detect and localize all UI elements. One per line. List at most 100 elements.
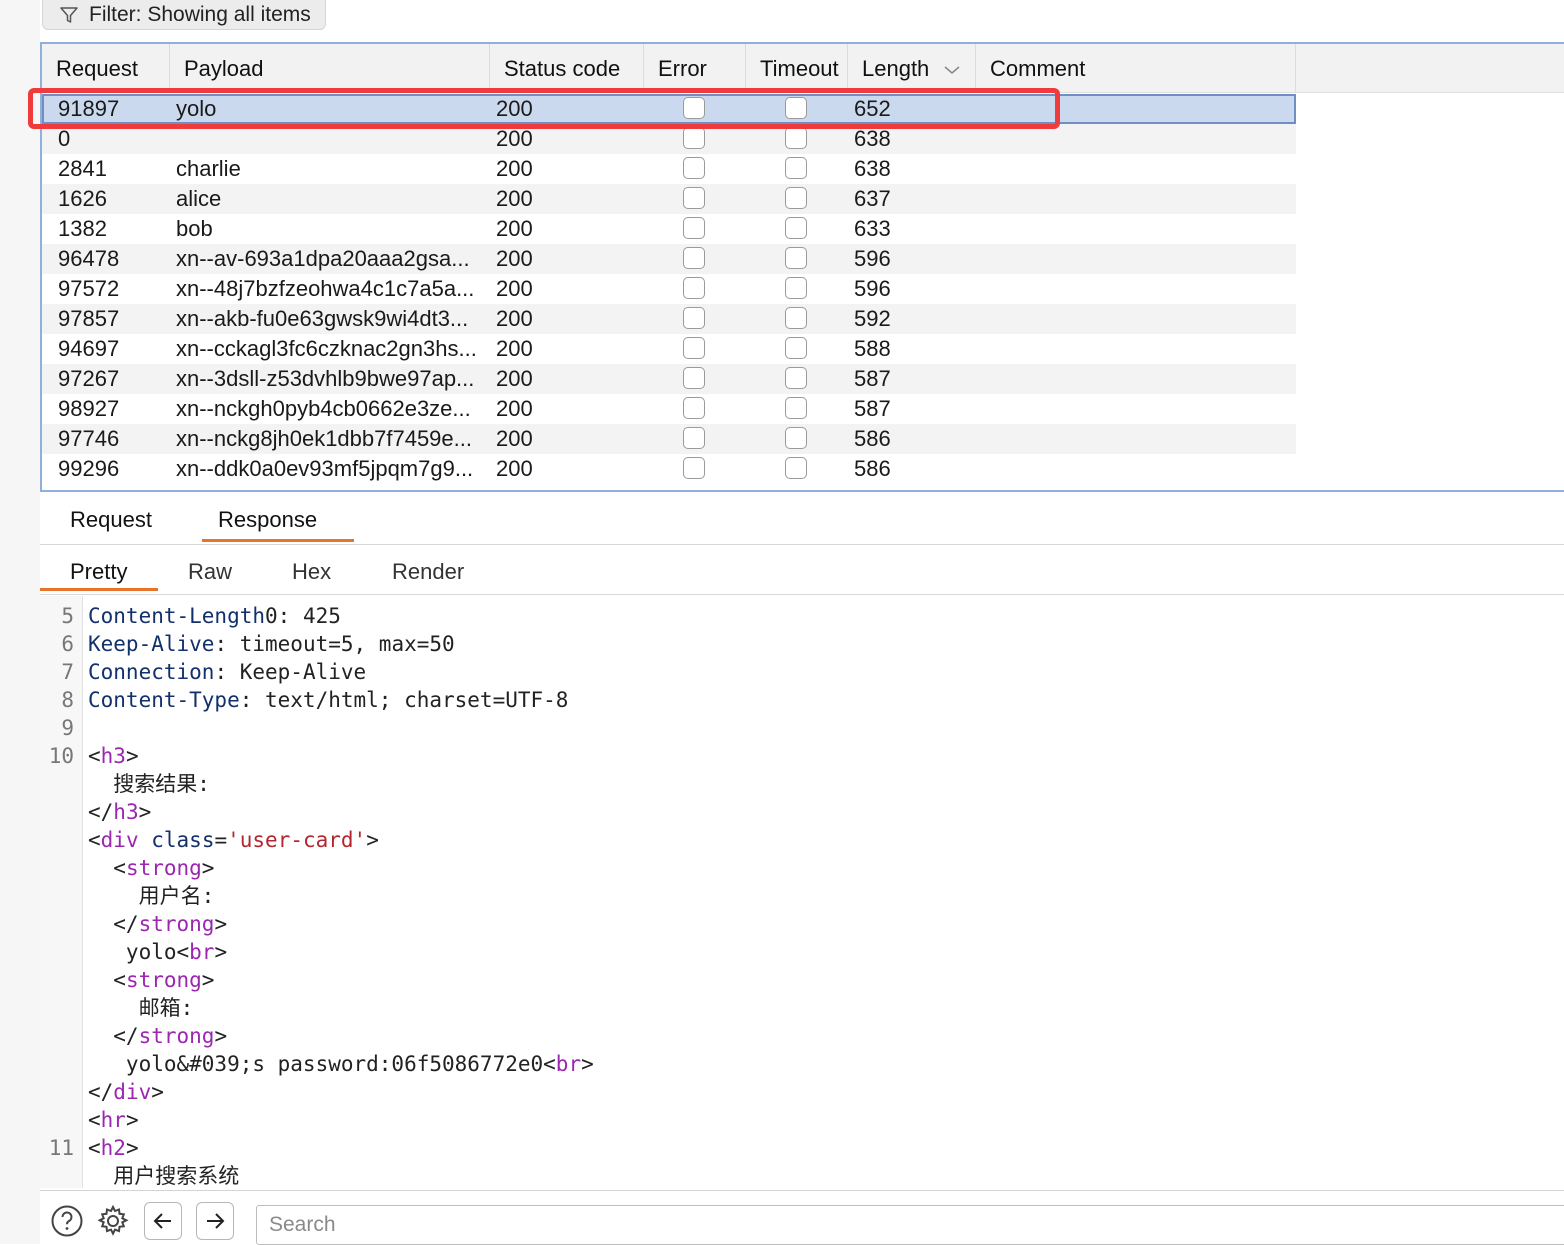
column-header-comment[interactable]: Comment	[976, 44, 1296, 92]
table-row[interactable]: 99296 xn--ddk0a0ev93mf5jpqm7g9... 200 586	[42, 454, 1296, 484]
payload-cell: yolo	[176, 96, 217, 121]
length-cell: 587	[854, 366, 891, 391]
code-text: 用户搜索系统	[88, 1162, 239, 1188]
table-row[interactable]: 97572 xn--48j7bzfzeohwa4c1c7a5a... 200 596	[42, 274, 1296, 304]
code-token: </	[88, 800, 114, 824]
table-row[interactable]: 2841 charlie 200 638	[42, 154, 1296, 184]
payload-cell: charlie	[176, 156, 241, 181]
tab-pretty[interactable]: Pretty	[40, 548, 158, 591]
payload-cell: xn--av-693a1dpa20aaa2gsa...	[176, 246, 470, 271]
column-header-payload[interactable]: Payload	[170, 44, 490, 92]
help-button[interactable]	[48, 1202, 86, 1240]
code-token: br	[555, 1052, 582, 1076]
status-code-cell: 200	[496, 336, 533, 361]
column-header-length[interactable]: Length	[848, 44, 976, 92]
code-token: Connection	[88, 660, 215, 684]
search-input[interactable]	[256, 1205, 1564, 1245]
table-row[interactable]: 97857 xn--akb-fu0e63gwsk9wi4dt3... 200 592	[42, 304, 1296, 334]
code-token: 用户名:	[88, 884, 215, 908]
code-token: 0: 425	[265, 604, 341, 628]
error-checkbox	[683, 277, 705, 299]
line-number: 6	[61, 632, 74, 656]
tab-render[interactable]: Render	[392, 548, 492, 591]
column-header-status-code[interactable]: Status code	[490, 44, 644, 92]
code-token: 'user-card'	[227, 828, 367, 852]
table-row[interactable]: 96478 xn--av-693a1dpa20aaa2gsa... 200 596	[42, 244, 1296, 274]
table-row[interactable]: 1382 bob 200 633	[42, 214, 1296, 244]
code-text: <hr>	[88, 1106, 139, 1134]
payload-cell: bob	[176, 216, 213, 241]
code-token: <	[88, 1136, 101, 1160]
payload-cell: xn--cckagl3fc6czknac2gn3hs...	[176, 336, 477, 361]
code-token: <	[88, 1108, 101, 1132]
filter-button[interactable]: Filter: Showing all items	[42, 0, 326, 30]
error-checkbox	[683, 397, 705, 419]
line-number: 7	[61, 660, 74, 684]
request-cell: 99296	[58, 456, 120, 481]
request-cell: 97572	[58, 276, 120, 301]
table-row[interactable]: 98927 xn--nckgh0pyb4cb0662e3ze... 200 587	[42, 394, 1296, 424]
help-icon	[51, 1205, 83, 1237]
code-token: : Keep-Alive	[214, 660, 367, 684]
error-checkbox	[683, 127, 705, 149]
request-cell: 94697	[58, 336, 120, 361]
table-row[interactable]: 1626 alice 200 637	[42, 184, 1296, 214]
code-token: >	[125, 1108, 139, 1132]
error-checkbox	[683, 217, 705, 239]
code-text: 邮箱:	[88, 994, 194, 1022]
table-row[interactable]: 91897 yolo 200 652	[42, 94, 1296, 124]
error-checkbox	[683, 457, 705, 479]
status-code-cell: 200	[496, 306, 533, 331]
table-row[interactable]: 0 200 638	[42, 124, 1296, 154]
code-text: 搜索结果:	[88, 770, 210, 798]
code-token: </	[88, 1080, 114, 1104]
code-text: yolo<br>	[88, 938, 227, 966]
timeout-checkbox	[785, 337, 807, 359]
tab-response[interactable]: Response	[202, 496, 354, 542]
response-code-viewer[interactable]: 5 Content-Length0: 425 6 Keep-Alive: timeou…	[40, 596, 1564, 1188]
next-button[interactable]	[196, 1202, 234, 1240]
code-token: strong	[125, 968, 202, 992]
view-tabs: Pretty Raw Hex Render	[40, 548, 1564, 595]
code-token: Content-Length	[88, 604, 266, 628]
timeout-checkbox	[785, 367, 807, 389]
length-cell: 586	[854, 426, 891, 451]
code-token: yolo&#039;s password:06f5086772e0<	[88, 1052, 556, 1076]
length-cell: 588	[854, 336, 891, 361]
tab-request[interactable]: Request	[70, 496, 170, 542]
code-token: >	[125, 744, 139, 768]
code-token: Keep-Alive	[88, 632, 215, 656]
code-token: div	[100, 828, 139, 852]
length-cell: 596	[854, 246, 891, 271]
payload-cell: xn--akb-fu0e63gwsk9wi4dt3...	[176, 306, 469, 331]
code-text: <strong>	[88, 854, 214, 882]
column-header-request[interactable]: Request	[42, 44, 170, 92]
code-text: yolo&#039;s password:06f5086772e0<br>	[88, 1050, 594, 1078]
table-row[interactable]: 94697 xn--cckagl3fc6czknac2gn3hs... 200 588	[42, 334, 1296, 364]
timeout-checkbox	[785, 127, 807, 149]
timeout-checkbox	[785, 187, 807, 209]
code-text: <h2>	[88, 1134, 139, 1162]
tab-raw[interactable]: Raw	[188, 548, 258, 591]
code-text: </h3>	[88, 798, 151, 826]
bottom-toolbar	[40, 1190, 1564, 1245]
code-token: strong	[138, 1024, 215, 1048]
results-table: Request Payload Status code Error Timeou…	[40, 42, 1564, 492]
column-header-error[interactable]: Error	[644, 44, 746, 92]
status-code-cell: 200	[496, 216, 533, 241]
length-cell: 637	[854, 186, 891, 211]
tab-hex[interactable]: Hex	[292, 548, 362, 591]
line-number: 9	[61, 716, 74, 740]
timeout-checkbox	[785, 217, 807, 239]
length-cell: 638	[854, 126, 891, 151]
column-header-timeout[interactable]: Timeout	[746, 44, 848, 92]
payload-cell: xn--nckgh0pyb4cb0662e3ze...	[176, 396, 471, 421]
length-cell: 638	[854, 156, 891, 181]
request-cell: 97857	[58, 306, 120, 331]
gear-icon	[97, 1204, 129, 1236]
previous-button[interactable]	[144, 1202, 182, 1240]
table-row[interactable]: 97746 xn--nckg8jh0ek1dbb7f7459e... 200 586	[42, 424, 1296, 454]
code-token: <	[88, 856, 126, 880]
settings-button[interactable]	[94, 1202, 132, 1240]
table-row[interactable]: 97267 xn--3dsll-z53dvhlb9bwe97ap... 200 587	[42, 364, 1296, 394]
